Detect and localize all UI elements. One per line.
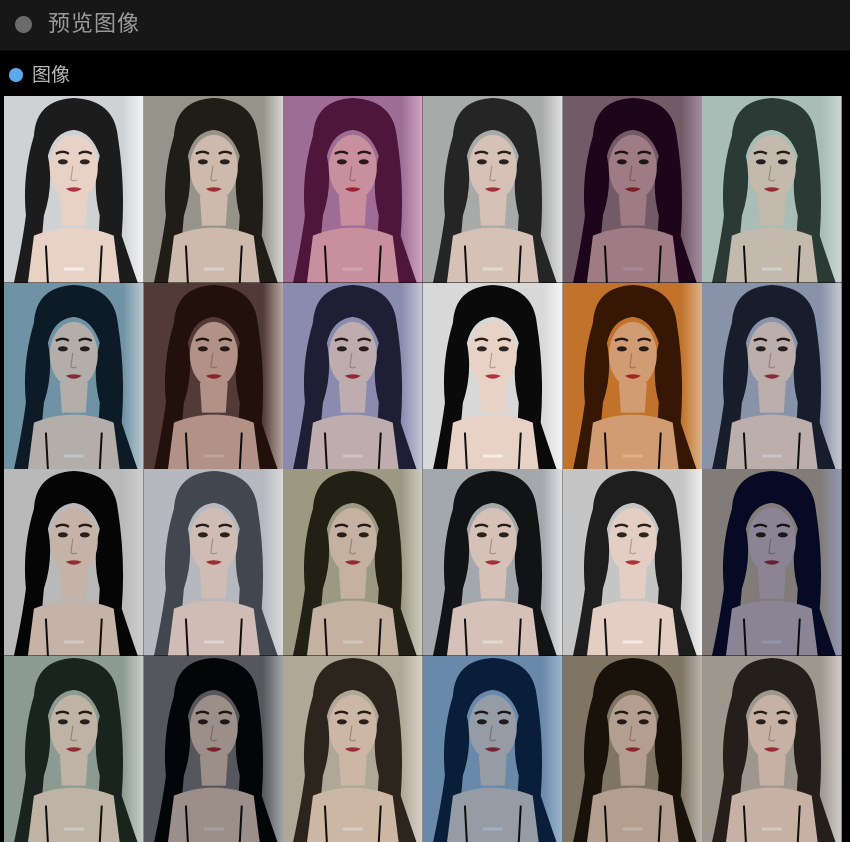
thumbnail-cool-blue[interactable]	[4, 282, 144, 469]
thumbnail-warm-gray[interactable]	[143, 96, 284, 283]
thumbnail-amber[interactable]	[562, 282, 703, 469]
portrait-image	[283, 282, 423, 469]
portrait-image	[283, 655, 423, 842]
portrait-image	[143, 96, 284, 283]
portrait-image	[702, 655, 842, 842]
portrait-image	[143, 469, 284, 656]
portrait-image	[283, 96, 423, 283]
thumbnail-navy-gold[interactable]	[702, 469, 842, 656]
section-bullet-icon	[9, 68, 23, 82]
window-title: 预览图像	[48, 12, 141, 37]
thumbnail-lavender[interactable]	[283, 282, 423, 469]
title-bar[interactable]: 预览图像	[0, 0, 850, 51]
portrait-image	[283, 469, 423, 656]
thumbnail-faded[interactable]	[143, 469, 284, 656]
thumbnail-olive[interactable]	[283, 469, 423, 656]
portrait-image	[422, 469, 563, 656]
thumbnail-noir[interactable]	[562, 469, 703, 656]
portrait-image	[562, 469, 703, 656]
preview-window: 预览图像 图像	[0, 0, 850, 842]
thumbnail-high-contrast-bw[interactable]	[422, 282, 563, 469]
thumbnail-crisp[interactable]	[422, 469, 563, 656]
portrait-image	[422, 96, 563, 283]
portrait-image	[4, 655, 144, 842]
portrait-image	[143, 655, 284, 842]
thumbnail-purple-vignette[interactable]	[562, 96, 703, 283]
section-header: 图像	[0, 60, 850, 90]
thumbnail-green-fade[interactable]	[4, 655, 144, 842]
portrait-image	[702, 469, 842, 656]
portrait-image	[4, 469, 144, 656]
thumbnail-grid	[4, 96, 842, 842]
thumbnail-coffee[interactable]	[562, 655, 703, 842]
window-status-icon[interactable]	[15, 16, 32, 33]
portrait-image	[562, 282, 703, 469]
thumbnail-ocean[interactable]	[422, 655, 563, 842]
portrait-image	[4, 282, 144, 469]
thumbnail-sepia-dark[interactable]	[143, 282, 284, 469]
portrait-image	[422, 282, 563, 469]
portrait-image	[562, 655, 703, 842]
portrait-image	[4, 96, 144, 283]
thumbnail-dusty[interactable]	[702, 655, 842, 842]
portrait-image	[562, 96, 703, 283]
portrait-image	[702, 96, 842, 283]
portrait-image	[702, 282, 842, 469]
thumbnail-beige[interactable]	[283, 655, 423, 842]
thumbnail-original[interactable]	[4, 96, 144, 283]
portrait-image	[422, 655, 563, 842]
thumbnail-muted[interactable]	[422, 96, 563, 283]
portrait-image	[143, 282, 284, 469]
thumbnail-dramatic[interactable]	[4, 469, 144, 656]
thumbnail-teal-fade[interactable]	[702, 96, 842, 283]
thumbnail-slate[interactable]	[702, 282, 842, 469]
thumbnail-magenta[interactable]	[283, 96, 423, 283]
thumbnail-deep-shadow[interactable]	[143, 655, 284, 842]
section-label: 图像	[32, 64, 71, 86]
